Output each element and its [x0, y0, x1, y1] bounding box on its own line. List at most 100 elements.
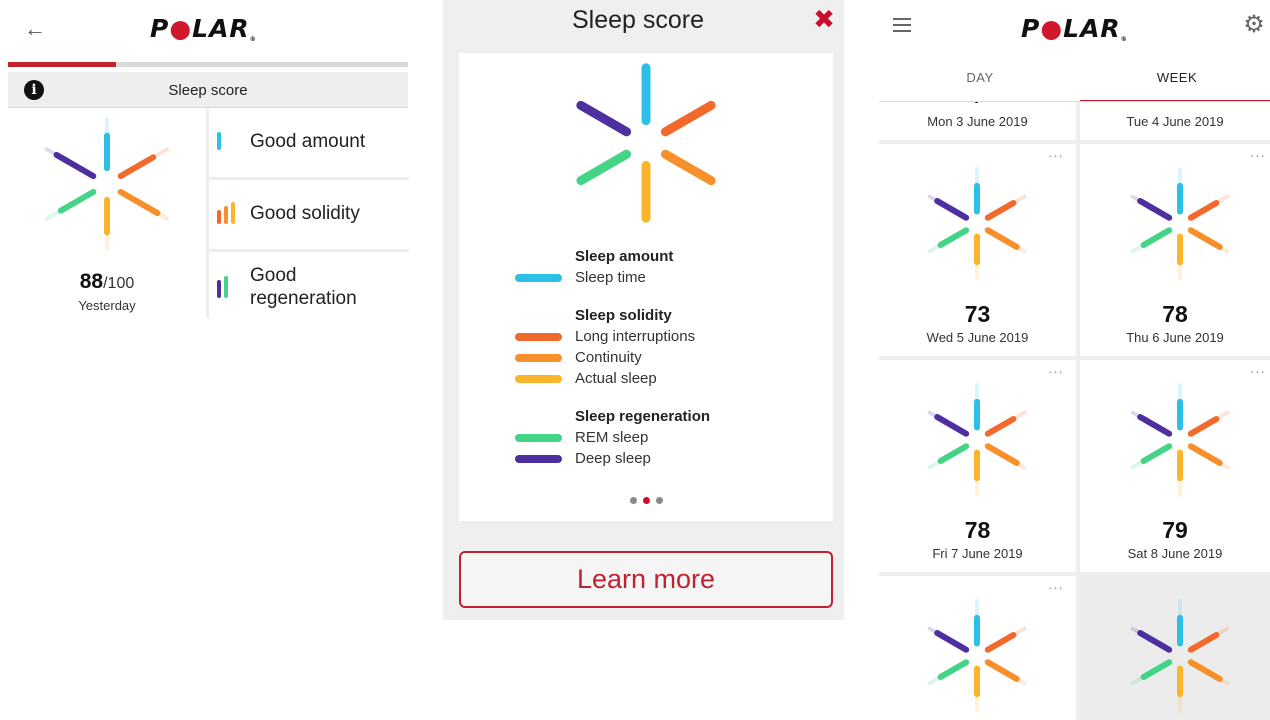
- polar-logo: P●LAR®: [150, 14, 257, 43]
- star-arm: [984, 415, 1017, 437]
- score-value: 88/100: [79, 270, 135, 293]
- star-arm: [934, 630, 970, 653]
- sleep-score-screen: ← P●LAR® Sleep score i 88/100 Yesterday …: [0, 0, 410, 720]
- legend-label: Deep sleep: [575, 450, 651, 467]
- day-card[interactable]: ···: [879, 576, 1076, 720]
- star-arm: [934, 198, 970, 221]
- star-arm: [1187, 199, 1220, 221]
- star-arm: [53, 151, 97, 180]
- sleep-score-header[interactable]: Sleep score i: [8, 72, 408, 108]
- sleep-week-view: P●LAR® ⚙ DAY WEEK · Mon 3 June 2019 Tue …: [879, 0, 1270, 720]
- info-icon[interactable]: i: [24, 80, 44, 100]
- legend-label: Long interruptions: [575, 328, 696, 345]
- close-icon[interactable]: ✖: [810, 4, 838, 34]
- legend-row: Continuity: [515, 347, 710, 368]
- day-card[interactable]: ··· 73 Wed 5 June 2019: [879, 144, 1076, 356]
- star-arm: [1137, 630, 1173, 653]
- component-label: Good amount: [250, 131, 366, 152]
- amount-bars-icon: [217, 132, 221, 150]
- legend-label: Sleep time: [575, 269, 646, 286]
- legend-heading: Sleep amount: [575, 248, 674, 265]
- sleep-star-icon: [1130, 383, 1230, 497]
- star-arm: [117, 154, 157, 180]
- sleep-star-icon: [927, 383, 1027, 497]
- day-card-selected[interactable]: [1080, 576, 1270, 720]
- star-arm: [984, 227, 1020, 250]
- day-date: Wed 5 June 2019: [926, 330, 1029, 345]
- legend-group: Sleep regeneration REM sleep Deep sleep: [515, 407, 710, 469]
- legend-heading: Sleep solidity: [575, 307, 672, 324]
- sleep-star-icon: [927, 599, 1027, 713]
- legend-swatch: [515, 274, 562, 282]
- hamburger-menu-icon[interactable]: [893, 14, 919, 40]
- more-options-icon[interactable]: ···: [1250, 364, 1266, 379]
- star-arm: [117, 188, 161, 217]
- day-card[interactable]: ··· 79 Sat 8 June 2019: [1080, 360, 1270, 572]
- star-arm: [984, 443, 1020, 466]
- legend-label: Continuity: [575, 349, 642, 366]
- page-progress-bar: [8, 62, 408, 67]
- day-date: Sat 8 June 2019: [1127, 546, 1223, 561]
- day-score: 78: [1162, 301, 1188, 327]
- page-dot[interactable]: [642, 497, 650, 504]
- component-solidity[interactable]: Good solidity: [209, 180, 409, 252]
- star-arm: [57, 188, 97, 214]
- star-arm: [937, 659, 970, 681]
- star-arm: [937, 443, 970, 465]
- star-arm: [660, 149, 716, 186]
- star-arm: [1137, 414, 1173, 437]
- star-arm: [1140, 443, 1173, 465]
- star-arm: [984, 659, 1020, 682]
- sleep-star-icon: [1130, 167, 1230, 281]
- legend-label: Actual sleep: [575, 370, 657, 387]
- legend-swatch: [515, 455, 562, 463]
- star-arm: [660, 100, 716, 137]
- legend-row: Sleep time: [515, 267, 710, 288]
- score-card[interactable]: 88/100 Yesterday: [8, 110, 206, 318]
- tab-week[interactable]: WEEK: [1080, 62, 1270, 102]
- day-score: 78: [964, 517, 991, 543]
- legend-row: Actual sleep: [515, 368, 710, 389]
- star-arm: [1187, 659, 1223, 682]
- legend-group: Sleep amount Sleep time: [515, 247, 710, 288]
- more-options-icon[interactable]: ···: [1048, 580, 1064, 595]
- day-card[interactable]: ··· 78 Thu 6 June 2019: [1080, 144, 1270, 356]
- top-bar: ← P●LAR®: [0, 0, 410, 62]
- learn-more-button[interactable]: Learn more: [459, 551, 833, 608]
- day-card[interactable]: Tue 4 June 2019: [1080, 102, 1270, 140]
- more-options-icon[interactable]: ···: [1048, 148, 1064, 163]
- sleep-star-icon: [927, 167, 1027, 281]
- more-options-icon[interactable]: ···: [1048, 364, 1064, 379]
- sleep-star-icon: [44, 118, 170, 250]
- star-arm: [576, 149, 632, 186]
- back-arrow-icon[interactable]: ←: [20, 14, 50, 44]
- more-options-icon[interactable]: ···: [1250, 148, 1266, 163]
- week-grid: · Mon 3 June 2019 Tue 4 June 2019 ··· 73…: [879, 102, 1270, 720]
- star-arm: [576, 100, 632, 137]
- star-arm: [1137, 198, 1173, 221]
- legend-swatch: [515, 354, 562, 362]
- star-arm: [1140, 659, 1173, 681]
- page-dot[interactable]: [655, 497, 663, 504]
- component-regeneration[interactable]: Good regeneration: [209, 252, 409, 320]
- page-indicator[interactable]: [459, 497, 833, 504]
- star-arm: [934, 414, 970, 437]
- info-card: Sleep amount Sleep time Sleep solidity Long…: [459, 53, 833, 521]
- star-arm: [1140, 227, 1173, 249]
- legend-heading: Sleep regeneration: [575, 408, 711, 425]
- scrolled-score-fragment: ·: [974, 102, 980, 112]
- day-card[interactable]: ··· 78 Fri 7 June 2019: [879, 360, 1076, 572]
- star-arm: [984, 199, 1017, 221]
- day-date: Mon 3 June 2019: [927, 114, 1028, 129]
- day-card[interactable]: · Mon 3 June 2019: [879, 102, 1076, 140]
- page-dot[interactable]: [629, 497, 637, 504]
- component-label: Good solidity: [250, 203, 360, 224]
- gear-icon[interactable]: ⚙: [1241, 10, 1267, 40]
- legend-swatch: [515, 434, 562, 442]
- component-amount[interactable]: Good amount: [209, 108, 409, 180]
- sleep-star-icon: [1130, 599, 1230, 713]
- score-date: Yesterday: [78, 298, 136, 313]
- legend-row: REM sleep: [515, 427, 710, 448]
- tab-day[interactable]: DAY: [883, 62, 1077, 102]
- dialog-title: Sleep score: [571, 6, 705, 34]
